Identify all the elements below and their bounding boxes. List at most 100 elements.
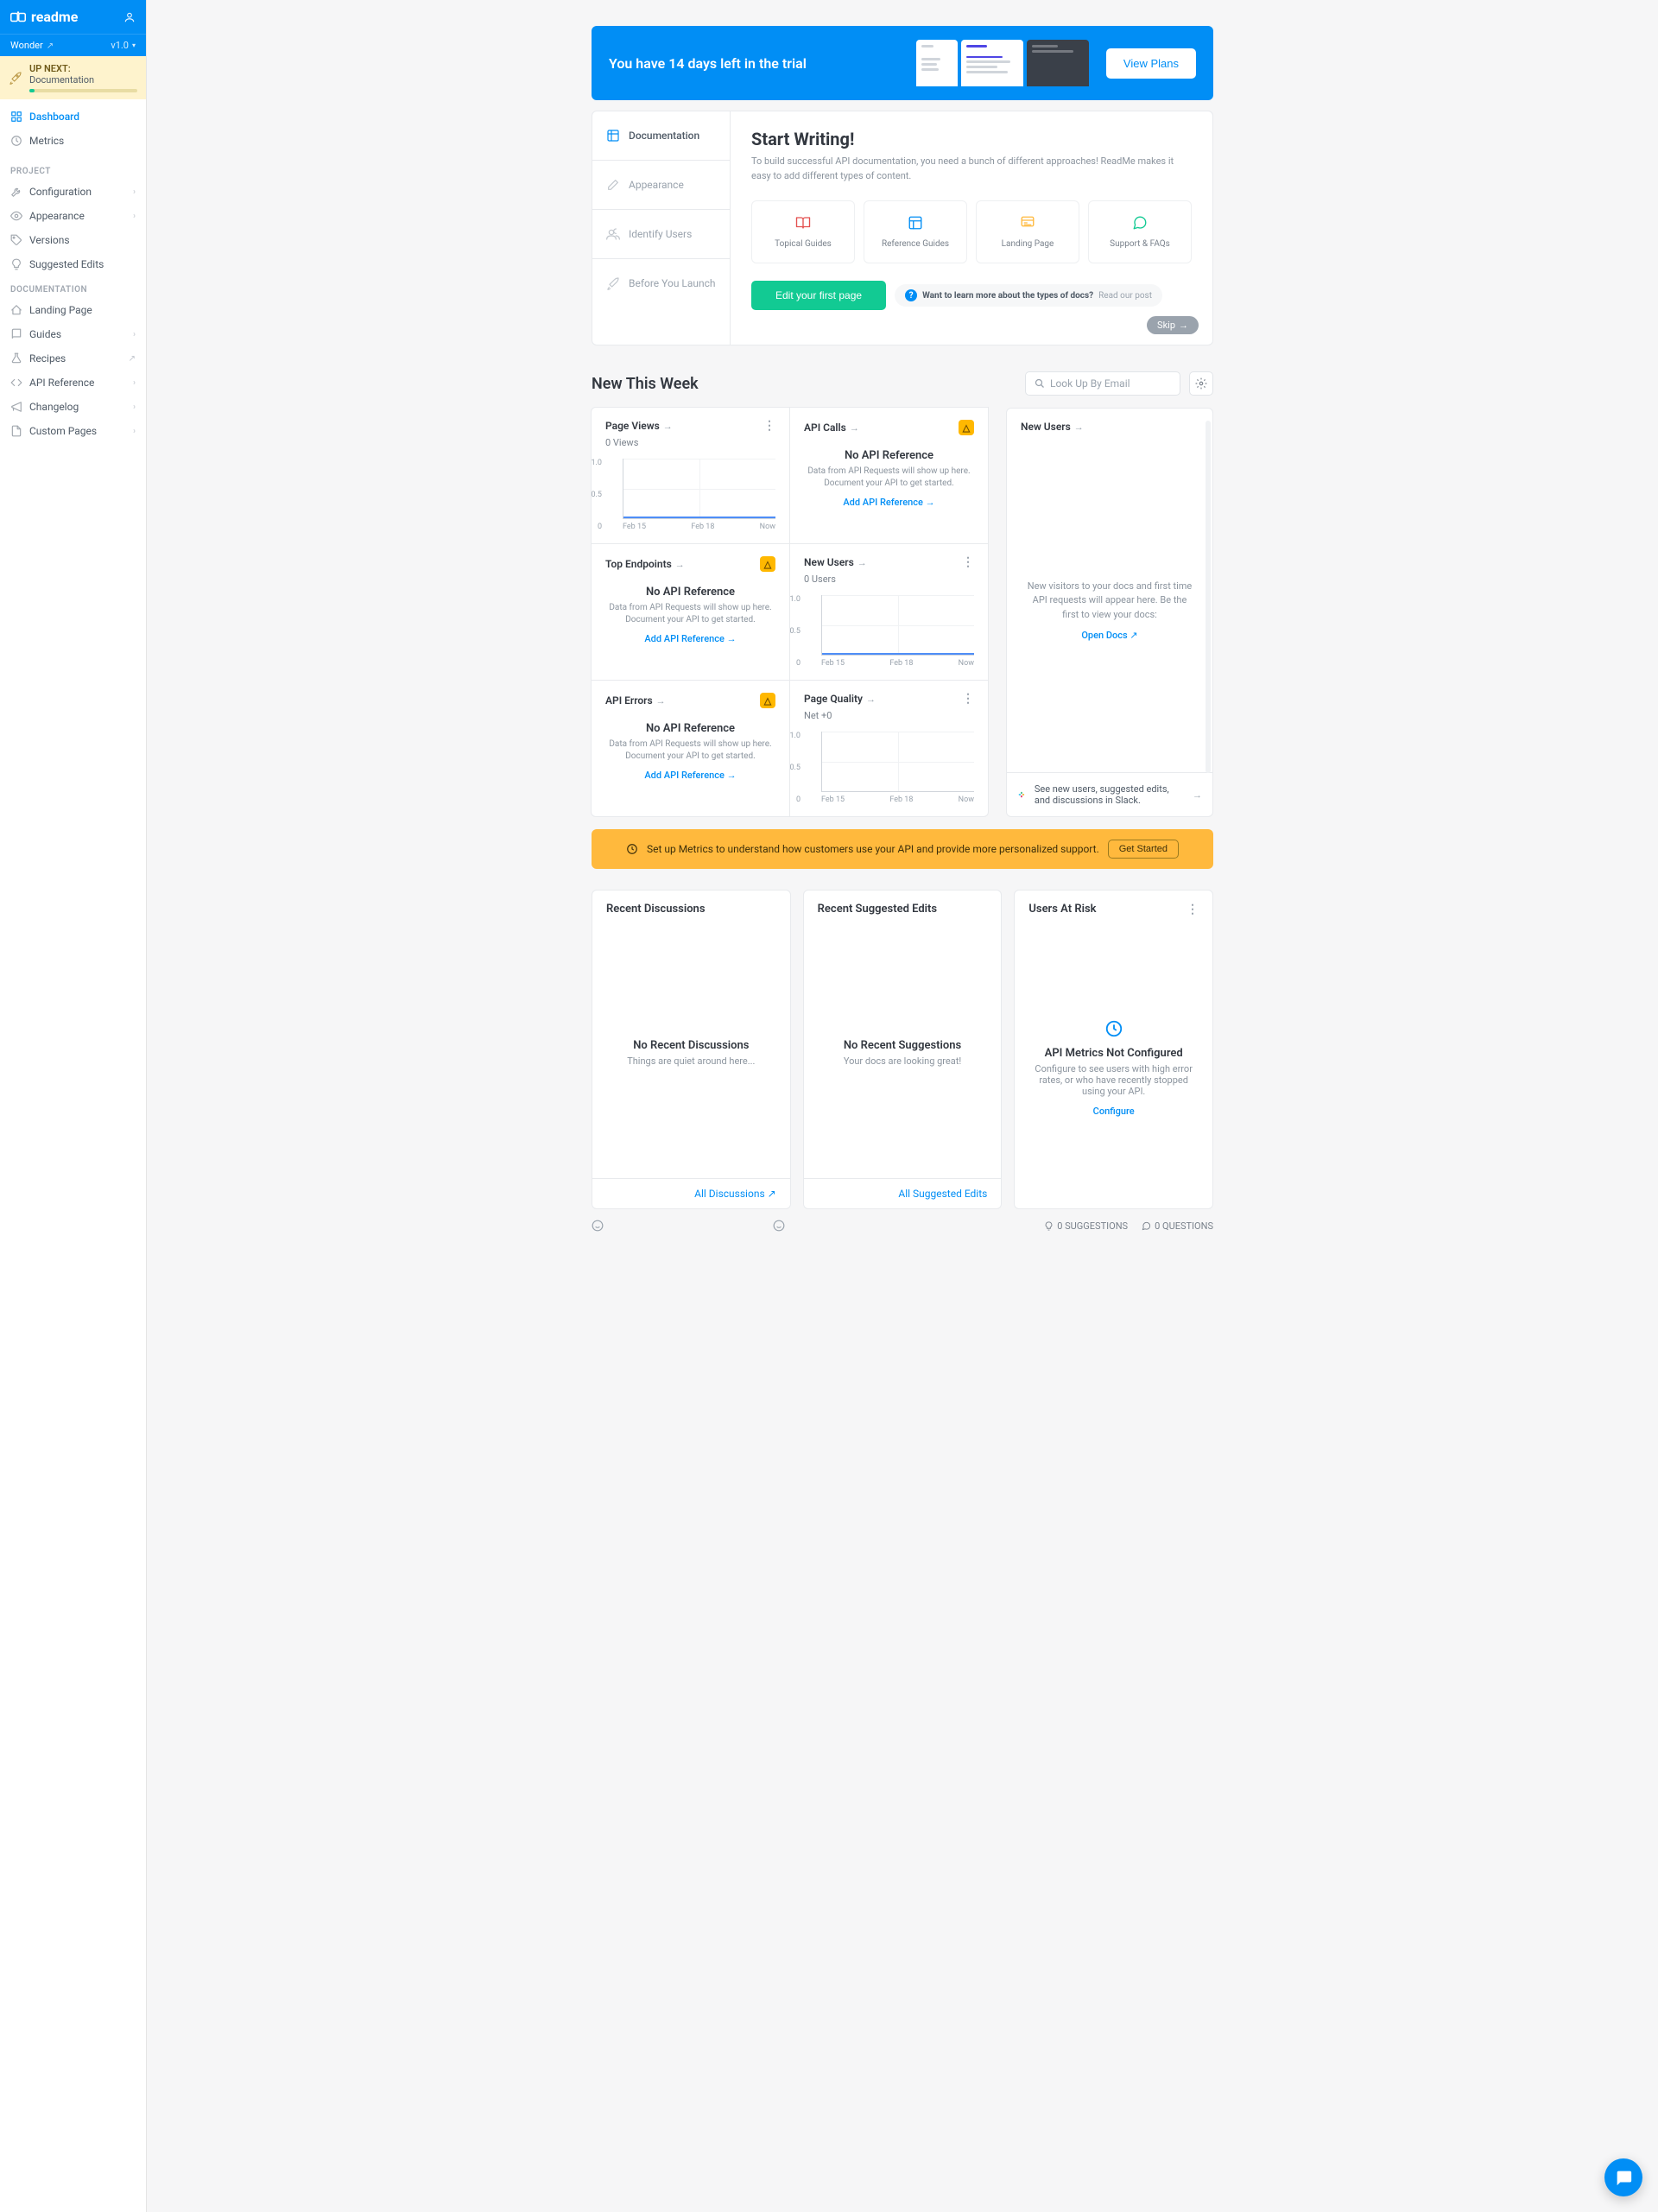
external-link-icon: ↗ [47,41,54,51]
arrow-right-icon: → [663,421,673,432]
onboard-card-reference-guides[interactable]: Reference Guides [864,200,967,263]
arrow-right-icon: → [866,694,876,705]
onboard-description: To build successful API documentation, y… [751,155,1192,183]
open-docs-link[interactable]: Open Docs ↗ [1081,629,1137,643]
scrollbar[interactable] [1206,421,1211,773]
version-selector[interactable]: v1.0▾ [111,40,136,51]
widget-header[interactable]: API Errors→ △ [605,693,775,708]
nav-item-guides[interactable]: Guides› [0,322,146,346]
nav-item-suggested-edits[interactable]: Suggested Edits [0,252,146,276]
skip-button[interactable]: Skip → [1147,316,1199,334]
question-icon: ? [905,289,917,301]
onboard-card-topical-guides[interactable]: Topical Guides [751,200,855,263]
slack-integration-row[interactable]: See new users, suggested edits, and disc… [1007,772,1212,816]
view-plans-button[interactable]: View Plans [1106,48,1196,79]
onboard-card-landing-page[interactable]: Landing Page [976,200,1079,263]
warning-icon[interactable]: △ [760,693,775,708]
nav-item-appearance[interactable]: Appearance› [0,204,146,228]
warning-icon[interactable]: △ [959,420,974,435]
chat-icon [1142,1221,1151,1231]
widget-new-users: New Users→ ⋮ 0 Users 1.00.50 Feb 15Feb 1… [789,543,989,681]
widget-header[interactable]: New Users→ [1021,421,1199,433]
panel-recent-suggested-edits: Recent Suggested Edits No Recent Suggest… [803,890,1003,1209]
eye-icon [10,210,22,222]
nav-section-label: DOCUMENTATION [0,276,146,298]
logo[interactable]: readme [10,9,78,25]
noref-title: No API Reference [605,722,775,735]
nav-label: Appearance [29,210,85,222]
arrow-right-icon: → [850,422,859,434]
tab-label: Documentation [629,130,699,142]
widget-header[interactable]: Page Quality→ ⋮ [804,693,974,705]
flask-icon [10,352,22,364]
nav-label: Dashboard [29,111,79,123]
nav-item-changelog[interactable]: Changelog› [0,395,146,419]
empty-title: No Recent Discussions [633,1039,749,1052]
help-question: Want to learn more about the types of do… [922,291,1093,301]
project-selector[interactable]: Wonder↗ v1.0▾ [0,34,146,56]
external-link-icon: ↗ [129,354,136,364]
all-suggested-edits-link[interactable]: All Suggested Edits [804,1178,1002,1208]
search-input[interactable]: Look Up By Email [1025,371,1180,396]
nav-label: Metrics [29,135,64,147]
widget-menu-button[interactable]: ⋮ [1187,903,1199,916]
tab-icon [606,129,620,143]
settings-button[interactable] [1189,371,1213,396]
widget-header[interactable]: Top Endpoints→ △ [605,556,775,572]
intercom-launcher[interactable] [1604,2158,1642,2196]
nav-label: API Reference [29,377,94,389]
metrics-setup-banner: Set up Metrics to understand how custome… [592,829,1213,869]
smile-icon[interactable] [592,1220,604,1232]
nav-item-versions[interactable]: Versions [0,228,146,252]
user-icon[interactable] [123,11,136,23]
questions-stat[interactable]: 0 QUESTIONS [1142,1220,1213,1232]
onboard-tab-identify-users[interactable]: Identify Users [592,210,730,259]
nav-item-configuration[interactable]: Configuration› [0,180,146,204]
nav-item-recipes[interactable]: Recipes ↗ [0,346,146,371]
chart-page-quality [821,732,974,792]
widget-header[interactable]: New Users→ ⋮ [804,556,974,568]
widget-menu-button[interactable]: ⋮ [962,693,974,705]
onboard-title: Start Writing! [751,129,1192,149]
widget-menu-button[interactable]: ⋮ [962,556,974,568]
warning-icon[interactable]: △ [760,556,775,572]
empty-subtitle: Your docs are looking great! [844,1055,961,1067]
trial-illustration [916,40,1089,86]
get-started-button[interactable]: Get Started [1108,840,1179,859]
nav-item-landing-page[interactable]: Landing Page [0,298,146,322]
chevron-right-icon: › [133,187,136,197]
add-api-reference-link[interactable]: Add API Reference → [605,633,775,644]
help-pill[interactable]: ? Want to learn more about the types of … [895,284,1162,307]
layout-icon [908,215,923,231]
brand-name: readme [31,9,78,25]
upnext-banner[interactable]: UP NEXT: Documentation [0,56,146,99]
onboard-tab-appearance[interactable]: Appearance [592,161,730,210]
onboard-tab-before-you-launch[interactable]: Before You Launch [592,259,730,307]
suggestions-stat[interactable]: 0 SUGGESTIONS [1044,1220,1128,1232]
nav-label: Recipes [29,352,66,364]
nav-item-api-reference[interactable]: API Reference› [0,371,146,395]
widget-subtitle: 0 Views [605,437,775,448]
code-icon [10,377,22,389]
add-api-reference-link[interactable]: Add API Reference → [605,770,775,781]
edit-first-page-button[interactable]: Edit your first page [751,281,886,310]
smile-icon[interactable] [773,1220,785,1232]
nav-item-custom-pages[interactable]: Custom Pages› [0,419,146,443]
sidebar-header: readme [0,0,146,34]
nav-item-metrics[interactable]: Metrics [0,129,146,153]
widget-menu-button[interactable]: ⋮ [763,420,775,432]
clock-icon [1104,1019,1123,1038]
panel-recent-discussions: Recent Discussions No Recent Discussions… [592,890,791,1209]
onboard-card-support-faqs[interactable]: Support & FAQs [1088,200,1192,263]
add-api-reference-link[interactable]: Add API Reference → [804,497,974,508]
bookopen-icon [795,215,811,231]
noref-desc: Data from API Requests will show up here… [605,738,775,763]
nav-item-dashboard[interactable]: Dashboard [0,105,146,129]
onboard-tab-documentation[interactable]: Documentation [592,111,730,161]
card-label: Topical Guides [759,239,847,249]
widget-header[interactable]: Page Views→ ⋮ [605,420,775,432]
mega-icon [10,401,22,413]
all-discussions-link[interactable]: All Discussions ↗ [592,1178,790,1208]
configure-link[interactable]: Configure [1093,1106,1135,1117]
widget-header[interactable]: API Calls→ △ [804,420,974,435]
